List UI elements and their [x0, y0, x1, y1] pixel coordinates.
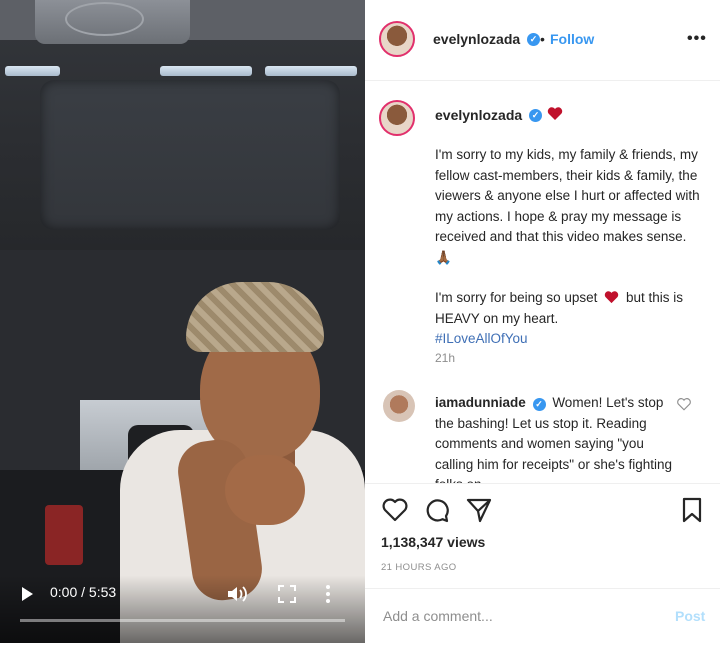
video-scene-console-button — [65, 2, 144, 36]
post-button[interactable]: Post — [675, 608, 705, 624]
video-person-cap — [186, 282, 324, 352]
caption-text: I'm sorry for being so upset — [435, 290, 598, 305]
video-frame — [0, 0, 365, 250]
video-scene-seat-detail — [45, 505, 83, 565]
verified-icon: ✓ — [529, 109, 542, 122]
caption-paragraph: I'm sorry to my kids, my family & friend… — [435, 147, 700, 265]
bookmark-icon[interactable] — [678, 496, 706, 524]
hashtag-link[interactable]: #ILoveAllOfYou — [435, 331, 528, 346]
video-scene-light — [160, 66, 252, 76]
video-controls: 0:00 / 5:53 — [0, 575, 365, 643]
comment-username[interactable]: iamadunniade — [435, 395, 526, 410]
header-separator: • — [540, 31, 545, 47]
video-progress-bar[interactable] — [20, 619, 345, 622]
more-horizontal-icon[interactable]: ••• — [687, 30, 707, 48]
verified-icon: ✓ — [532, 398, 546, 411]
video-scene-sunroof — [40, 80, 340, 230]
post-timestamp: 21 HOURS AGO — [381, 562, 457, 573]
comment: iamadunniade ✓ Women! Let's stop the bas… — [435, 393, 680, 483]
verified-icon: ✓ — [527, 33, 540, 46]
comment-input[interactable] — [381, 607, 645, 625]
fullscreen-icon[interactable] — [278, 585, 296, 603]
avatar[interactable] — [379, 21, 415, 57]
video-scene-light — [265, 66, 357, 76]
comment-icon[interactable] — [423, 496, 451, 524]
post-actions: 1,138,347 views 21 HOURS AGO Post — [365, 483, 720, 644]
caption-avatar[interactable] — [379, 100, 415, 136]
comment-like-icon[interactable] — [677, 398, 691, 411]
more-vertical-icon[interactable] — [325, 584, 331, 604]
heart-emoji-icon — [547, 107, 563, 120]
caption-time: 21h — [435, 351, 456, 365]
heart-emoji-icon — [604, 291, 619, 304]
caption-username[interactable]: evelynlozada — [435, 107, 522, 123]
video-player[interactable]: 0:00 / 5:53 — [0, 0, 365, 643]
comment-avatar[interactable] — [383, 390, 415, 422]
play-icon[interactable] — [22, 587, 33, 601]
add-comment-bar: Post — [365, 588, 720, 645]
heart-icon[interactable] — [381, 496, 409, 524]
video-scene-console — [35, 0, 190, 44]
video-person-hand — [225, 455, 305, 525]
view-count[interactable]: 1,138,347 views — [381, 534, 485, 550]
post-sidebar: evelynlozada ✓ • Follow ••• evelynlozada… — [365, 0, 720, 643]
share-icon[interactable] — [465, 496, 493, 524]
follow-button[interactable]: Follow — [550, 31, 594, 47]
post-caption: I'm sorry to my kids, my family & friend… — [435, 145, 705, 350]
volume-icon[interactable] — [226, 584, 248, 604]
post-header: evelynlozada ✓ • Follow ••• — [365, 0, 720, 81]
video-scene-light — [5, 66, 60, 76]
header-username[interactable]: evelynlozada — [433, 31, 520, 47]
caption-paragraph: I'm sorry for being so upset but this is… — [435, 288, 705, 350]
video-time: 0:00 / 5:53 — [50, 584, 117, 600]
